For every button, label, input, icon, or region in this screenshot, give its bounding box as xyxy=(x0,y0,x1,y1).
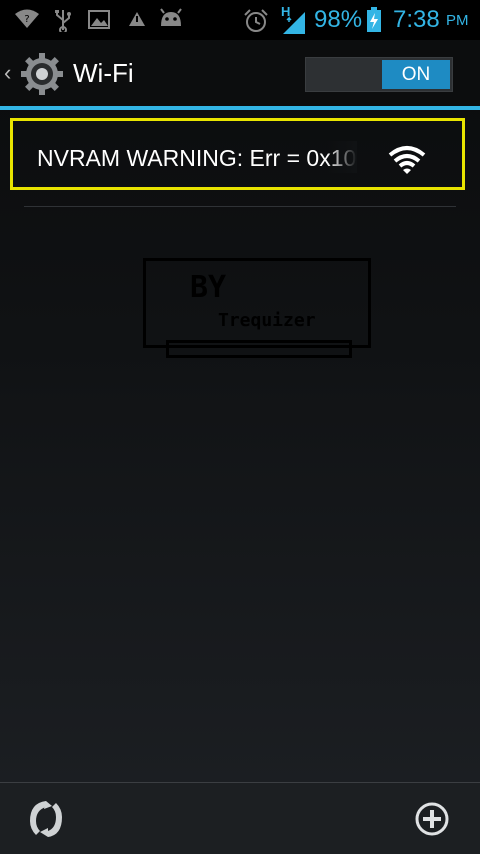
back-caret-icon[interactable]: ‹ xyxy=(4,60,11,86)
wifi-question-icon: ? xyxy=(15,9,39,28)
wifi-toggle[interactable]: ON xyxy=(305,57,453,92)
bottom-bar xyxy=(0,783,480,854)
add-network-icon[interactable] xyxy=(410,797,454,841)
usb-icon xyxy=(55,10,71,32)
clock-ampm: PM xyxy=(446,12,469,29)
battery-percent: 98% xyxy=(314,6,363,33)
watermark-bar xyxy=(166,340,352,358)
network-name: NVRAM WARNING: Err = 0x10 xyxy=(37,145,357,171)
watermark-line2: Trequizer xyxy=(218,310,316,331)
notification-icon xyxy=(129,12,145,26)
watermark-box xyxy=(143,258,371,348)
clock-time: 7:38 xyxy=(393,6,440,33)
page-title: Wi-Fi xyxy=(73,58,134,88)
action-bar-divider xyxy=(0,106,480,110)
signal-icon xyxy=(283,12,305,34)
settings-gear-icon[interactable] xyxy=(20,52,64,96)
image-icon xyxy=(88,10,110,29)
alarm-icon xyxy=(244,9,268,32)
wifi-toggle-on-label: ON xyxy=(382,60,450,89)
battery-charging-icon xyxy=(367,7,381,32)
svg-text:?: ? xyxy=(24,14,29,25)
wifi-signal-icon xyxy=(388,146,426,174)
network-name-fade xyxy=(327,141,357,173)
status-bar: ? H 98% 7:38 PM xyxy=(0,0,480,40)
android-icon xyxy=(160,8,182,26)
network-list-item[interactable]: NVRAM WARNING: Err = 0x10 xyxy=(10,118,465,190)
list-divider xyxy=(24,206,456,207)
watermark-line1: BY xyxy=(190,270,227,305)
scan-refresh-icon[interactable] xyxy=(22,797,70,841)
